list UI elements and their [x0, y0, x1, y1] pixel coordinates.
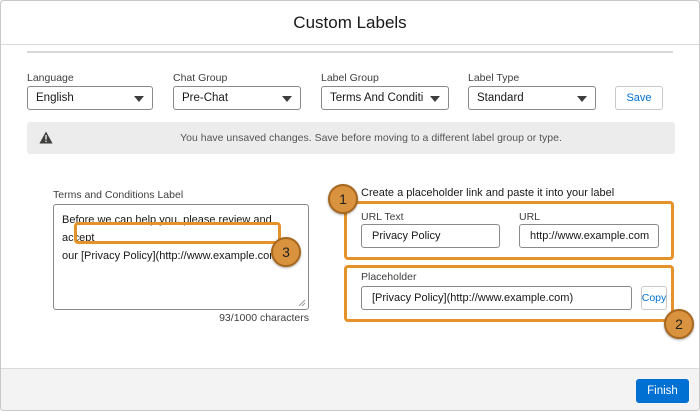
placeholder-output[interactable]: [Privacy Policy](http://www.example.com) [361, 286, 632, 310]
chevron-down-icon [134, 96, 144, 102]
highlight-privacy-link [74, 222, 281, 244]
modal-title: Custom Labels [293, 12, 407, 32]
url-label: URL [519, 211, 541, 223]
chat-group-value: Pre-Chat [182, 92, 229, 104]
placeholder-label: Placeholder [361, 271, 417, 283]
callout-badge-1: 1 [328, 184, 358, 214]
callout-badge-3: 3 [271, 237, 301, 267]
chat-group-select[interactable]: Pre-Chat [173, 86, 301, 110]
callout-badge-2: 2 [664, 309, 694, 339]
url-text-input[interactable]: Privacy Policy [361, 224, 500, 248]
chevron-down-icon [430, 96, 440, 102]
chevron-down-icon [577, 96, 587, 102]
save-button[interactable]: Save [615, 86, 663, 110]
modal-header: Custom Labels [1, 1, 699, 45]
header-divider [27, 51, 673, 53]
finish-button[interactable]: Finish [636, 379, 689, 403]
label-type-label: Label Type [468, 72, 520, 84]
label-group-value: Terms And Conditi... [330, 92, 424, 104]
modal-footer [1, 368, 699, 410]
terms-label: Terms and Conditions Label [53, 189, 184, 201]
warning-icon [39, 131, 53, 144]
label-group-label: Label Group [321, 72, 379, 84]
label-type-value: Standard [477, 92, 524, 104]
alert-message: You have unsaved changes. Save before mo… [180, 132, 562, 144]
unsaved-changes-alert: You have unsaved changes. Save before mo… [27, 122, 675, 154]
url-input[interactable]: http://www.example.com [519, 224, 659, 248]
placeholder-heading: Create a placeholder link and paste it i… [361, 187, 615, 199]
character-count: 93/1000 characters [219, 312, 309, 324]
custom-labels-modal: Custom Labels Language English Chat Grou… [0, 0, 700, 411]
terms-textarea[interactable]: Before we can help you, please review an… [53, 204, 309, 310]
url-text-label: URL Text [361, 211, 404, 223]
resize-handle-icon[interactable] [298, 299, 306, 307]
language-label: Language [27, 72, 74, 84]
label-type-select[interactable]: Standard [468, 86, 596, 110]
terms-text-prefix: our [62, 250, 81, 262]
copy-button[interactable]: Copy [641, 286, 667, 310]
language-value: English [36, 92, 74, 104]
chevron-down-icon [282, 96, 292, 102]
terms-privacy-link-text: [Privacy Policy](http://www.example.com) [80, 250, 283, 262]
terms-text-line2: our [Privacy Policy](http://www.example.… [62, 247, 300, 265]
label-group-select[interactable]: Terms And Conditi... [321, 86, 449, 110]
language-select[interactable]: English [27, 86, 153, 110]
chat-group-label: Chat Group [173, 72, 228, 84]
